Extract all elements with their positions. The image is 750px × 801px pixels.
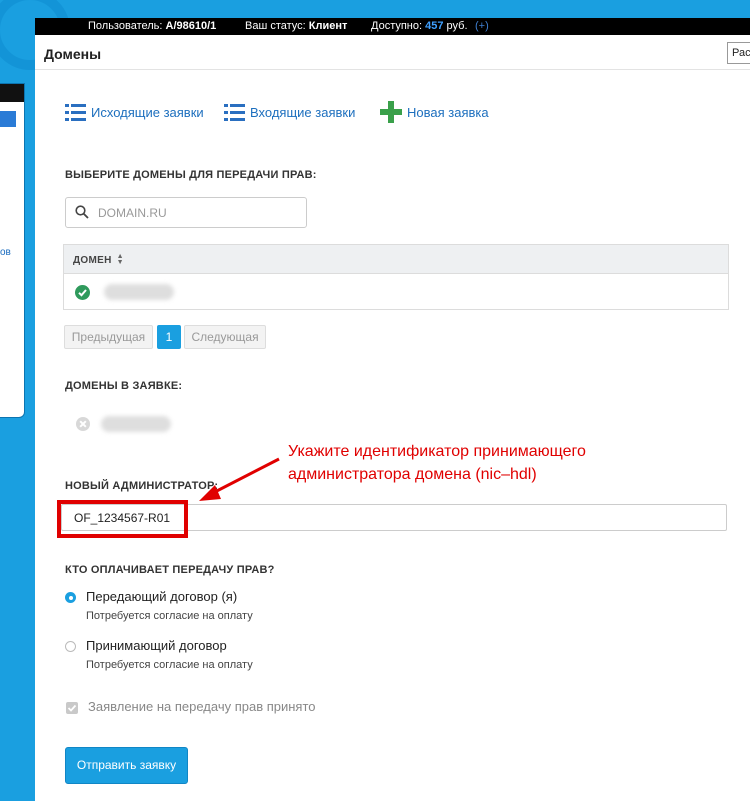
remove-icon[interactable] (76, 417, 90, 431)
blurred-request-domain (101, 416, 171, 432)
search-icon (75, 205, 89, 219)
main-panel: Домены Рас Исходящие заявки Входящие зая… (35, 35, 750, 801)
check-circle-icon (75, 285, 90, 300)
new-request-link[interactable]: Новая заявка (380, 101, 489, 123)
domain-table: ДОМЕН ▲ ▼ (63, 244, 729, 310)
balance-label: Доступно: (371, 20, 423, 32)
background-side-panel: ов (0, 83, 25, 418)
domain-column-header[interactable]: ДОМЕН ▲ ▼ (73, 253, 124, 266)
checkmark-icon (67, 704, 77, 712)
outgoing-requests-link[interactable]: Исходящие заявки (65, 104, 204, 121)
status-value: Клиент (308, 20, 348, 32)
domain-search[interactable] (65, 197, 307, 228)
payer-sender-label[interactable]: Передающий договор (я) (86, 589, 237, 604)
blurred-domain-name (104, 284, 174, 300)
list-icon (224, 104, 245, 121)
header-right-button[interactable]: Рас (727, 42, 750, 64)
submit-request-button[interactable]: Отправить заявку (65, 747, 188, 784)
annotation-arrow (199, 457, 280, 501)
balance-info: Доступно: 457 руб. (371, 18, 468, 35)
status-info: Ваш статус: Клиент (245, 18, 347, 35)
user-id: A/98610/1 (165, 20, 217, 32)
side-panel-text: ов (0, 247, 11, 258)
top-status-bar: Пользователь: A/98610/1 Ваш статус: Клие… (35, 18, 750, 35)
side-panel-button (0, 111, 16, 127)
balance-unit: руб. (446, 20, 468, 32)
topup-link[interactable]: (+) (475, 18, 489, 35)
plus-icon (380, 101, 402, 123)
select-domains-heading: ВЫБЕРИТЕ ДОМЕНЫ ДЛЯ ПЕРЕДАЧИ ПРАВ: (65, 169, 317, 181)
balance-value: 457 (425, 20, 444, 32)
annotation-line-1: Укажите идентификатор принимающего (288, 443, 586, 460)
panel-header: Домены Рас (35, 35, 750, 70)
incoming-requests-label: Входящие заявки (250, 105, 356, 120)
statement-label: Заявление на передачу прав принято (88, 699, 316, 714)
prev-page-button[interactable]: Предыдущая (64, 325, 153, 349)
table-row[interactable] (64, 274, 728, 309)
domain-search-input[interactable] (96, 202, 300, 224)
user-label: Пользователь: (88, 20, 163, 32)
incoming-requests-link[interactable]: Входящие заявки (224, 104, 355, 121)
user-info: Пользователь: A/98610/1 (88, 18, 216, 35)
domain-column-label: ДОМЕН (73, 254, 112, 266)
side-panel-header (0, 84, 24, 102)
annotation-text: Укажите идентификатор принимающего админ… (288, 440, 668, 486)
domain-table-header[interactable]: ДОМЕН ▲ ▼ (64, 245, 728, 274)
page-1-button[interactable]: 1 (157, 325, 181, 349)
sort-icon: ▲ ▼ (116, 253, 124, 266)
request-domains-heading: ДОМЕНЫ В ЗАЯВКЕ: (65, 380, 183, 392)
outgoing-requests-label: Исходящие заявки (91, 105, 204, 120)
payer-receiver-label[interactable]: Принимающий договор (86, 638, 227, 653)
payer-receiver-note: Потребуется согласие на оплату (86, 659, 253, 671)
status-label: Ваш статус: (245, 20, 306, 32)
annotation-line-2: администратора домена (nic–hdl) (288, 466, 537, 483)
payer-sender-note: Потребуется согласие на оплату (86, 610, 253, 622)
page-title: Домены (44, 46, 102, 62)
payment-heading: КТО ОПЛАЧИВАЕТ ПЕРЕДАЧУ ПРАВ? (65, 564, 275, 576)
new-request-label: Новая заявка (407, 104, 489, 120)
new-admin-input[interactable] (61, 504, 727, 531)
payer-sender-radio[interactable] (65, 592, 76, 603)
list-icon (65, 104, 86, 121)
payer-receiver-radio[interactable] (65, 641, 76, 652)
next-page-button[interactable]: Следующая (184, 325, 266, 349)
statement-checkbox[interactable] (66, 702, 78, 714)
